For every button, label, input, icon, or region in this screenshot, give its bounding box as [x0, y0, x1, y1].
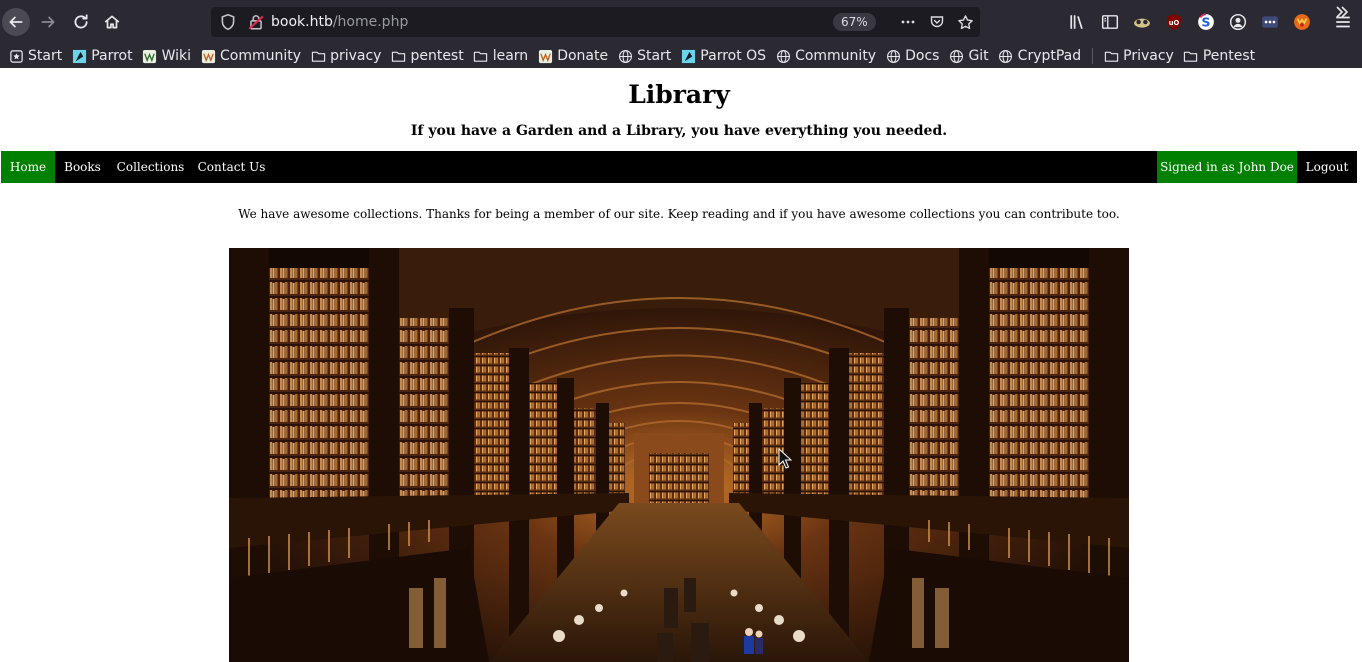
- nav-contact-link[interactable]: Contact Us: [191, 151, 272, 183]
- community-icon: [200, 48, 216, 64]
- ublock-origin-icon[interactable]: uO: [1164, 12, 1184, 32]
- bookmark-label: CryptPad: [1017, 48, 1082, 64]
- url-host: book.htb: [271, 14, 333, 30]
- sidebar-toggle-icon[interactable]: [1100, 12, 1120, 32]
- folder-icon: [310, 48, 326, 64]
- bookmark-item[interactable]: Pentest: [1179, 45, 1259, 67]
- bookmark-label: privacy: [330, 48, 382, 64]
- pocket-icon[interactable]: [928, 13, 946, 31]
- globe-icon: [948, 48, 964, 64]
- signed-in-user-link[interactable]: Signed in as John Doe: [1157, 151, 1297, 183]
- bookmark-item[interactable]: pentest: [386, 45, 467, 67]
- bookmark-item[interactable]: Git: [944, 45, 992, 67]
- bookmark-item[interactable]: Donate: [533, 45, 612, 67]
- forward-arrow-icon: [41, 16, 55, 28]
- parrot-icon: [71, 48, 87, 64]
- svg-text:uO: uO: [1169, 19, 1180, 27]
- nav-books-link[interactable]: Books: [55, 151, 110, 183]
- forward-button[interactable]: [34, 8, 62, 36]
- library-icon[interactable]: [1068, 12, 1088, 32]
- globe-icon: [998, 48, 1014, 64]
- bookmark-label: Start: [637, 48, 672, 64]
- back-arrow-icon: [9, 16, 23, 28]
- zoom-level-badge[interactable]: 67%: [833, 13, 876, 31]
- wiki-icon: [142, 48, 158, 64]
- bookmarks-overflow-chevron-icon[interactable]: [1330, 2, 1354, 22]
- library-hall-photo: [229, 248, 1129, 662]
- url-text[interactable]: book.htb/home.php: [271, 13, 408, 31]
- bookmark-label: Start: [28, 48, 63, 64]
- extension-fox-icon[interactable]: [1292, 12, 1312, 32]
- bookmarks-separator: [1092, 48, 1094, 64]
- reload-icon: [74, 14, 88, 29]
- mouse-cursor-icon: [778, 448, 792, 469]
- svg-text:S: S: [1202, 16, 1211, 30]
- tracking-shield-icon[interactable]: [219, 13, 237, 31]
- globe-icon: [775, 48, 791, 64]
- reload-button[interactable]: [67, 8, 95, 36]
- folder-icon: [1103, 48, 1119, 64]
- extension-s-icon[interactable]: S: [1196, 12, 1216, 32]
- nav-collections-link[interactable]: Collections: [110, 151, 191, 183]
- browser-chrome: book.htb/home.php 67% uO S Start Parrot …: [0, 0, 1362, 68]
- bookmark-label: Parrot: [91, 48, 133, 64]
- bookmark-star-icon[interactable]: [956, 13, 974, 31]
- bookmark-item[interactable]: Parrot OS: [676, 45, 770, 67]
- folder-icon: [1183, 48, 1199, 64]
- bookmark-label: Docs: [905, 48, 940, 64]
- bookmark-item[interactable]: Privacy: [1099, 45, 1178, 67]
- url-path: /home.php: [332, 14, 409, 30]
- page-actions-icon[interactable]: [899, 13, 917, 31]
- bookmark-item[interactable]: Parrot: [67, 45, 136, 67]
- bookmark-label: Community: [795, 48, 877, 64]
- bookmarks-bar: Start Parrot Wiki Community privacy pentest le…: [0, 44, 1362, 68]
- extension-dots-icon[interactable]: [1260, 12, 1280, 32]
- home-button[interactable]: [98, 8, 126, 36]
- bookmark-label: Git: [968, 48, 989, 64]
- site-navbar: Home Books Collections Contact Us Signed…: [1, 151, 1357, 183]
- browser-toolbar: book.htb/home.php 67% uO S: [0, 0, 1362, 44]
- donate-icon: [537, 48, 553, 64]
- site-title: Library: [628, 80, 730, 109]
- bookmark-item[interactable]: Community: [196, 45, 305, 67]
- bookmark-label: Wiki: [161, 48, 192, 64]
- site-tagline: If you have a Garden and a Library, you …: [410, 123, 948, 139]
- web-page: Library If you have a Garden and a Libra…: [0, 68, 1362, 662]
- globe-icon: [885, 48, 901, 64]
- bookmark-item[interactable]: CryptPad: [994, 45, 1085, 67]
- bookmark-item[interactable]: Docs: [881, 45, 943, 67]
- bookmark-item[interactable]: Community: [771, 45, 880, 67]
- logout-link[interactable]: Logout: [1297, 151, 1357, 183]
- bookmark-label: pentest: [410, 48, 464, 64]
- account-icon[interactable]: [1228, 12, 1248, 32]
- intro-text: We have awesome collections. Thanks for …: [238, 207, 1120, 221]
- bookmark-item[interactable]: Wiki: [138, 45, 195, 67]
- bookmark-item[interactable]: Start: [613, 45, 675, 67]
- extension-icon[interactable]: [1132, 12, 1152, 32]
- bookmark-label: Parrot OS: [700, 48, 767, 64]
- nav-home-link[interactable]: Home: [1, 151, 55, 183]
- bookmark-label: learn: [492, 48, 529, 64]
- folder-icon: [390, 48, 406, 64]
- home-icon: [104, 15, 120, 29]
- url-bar[interactable]: book.htb/home.php 67%: [211, 7, 980, 37]
- bookmark-label: Community: [220, 48, 302, 64]
- bookmark-label: Donate: [557, 48, 609, 64]
- insecure-lock-icon[interactable]: [247, 13, 265, 31]
- bookmark-label: Privacy: [1123, 48, 1174, 64]
- bookmark-item[interactable]: learn: [469, 45, 532, 67]
- globe-icon: [617, 48, 633, 64]
- bookmark-item[interactable]: Start: [4, 45, 66, 67]
- back-button[interactable]: [2, 8, 30, 36]
- bookmark-label: Pentest: [1202, 48, 1256, 64]
- parrot-icon: [680, 48, 696, 64]
- bookmark-item[interactable]: privacy: [306, 45, 385, 67]
- folder-icon: [473, 48, 489, 64]
- start-icon: [8, 48, 24, 64]
